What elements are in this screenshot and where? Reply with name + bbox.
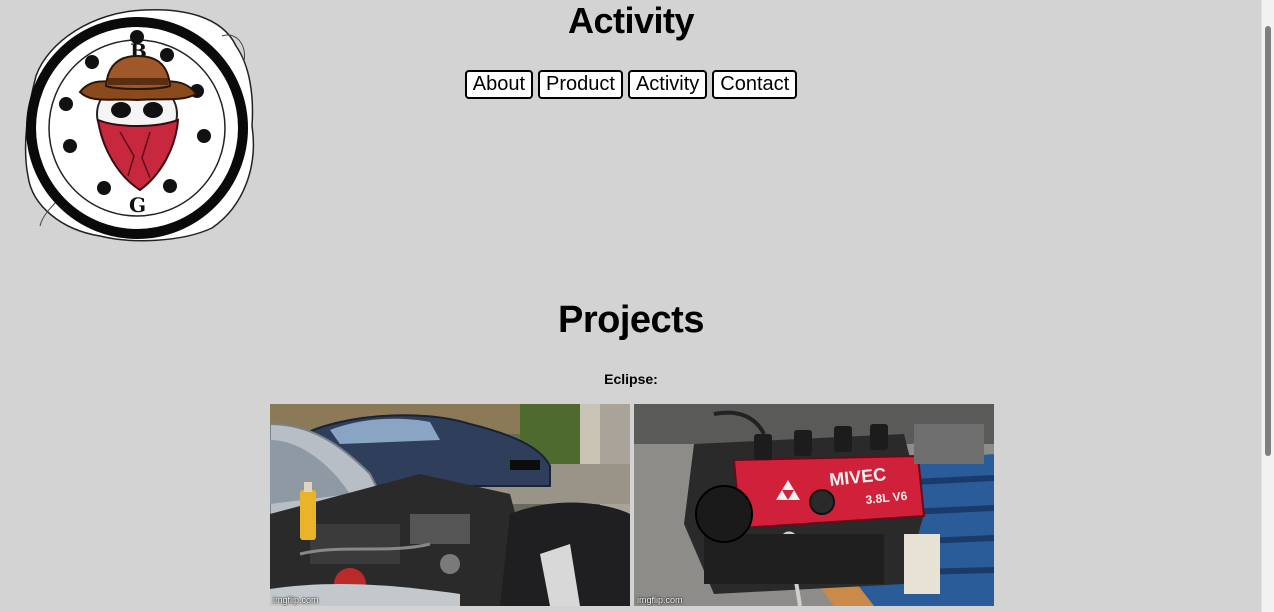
photo-watermark: imgflip.com <box>273 595 319 605</box>
logo-letter-g: G <box>129 193 146 217</box>
page: B G Activity About Product Activity Cont… <box>0 0 1274 612</box>
car-engine-bay-photo: imgflip.com <box>270 404 630 606</box>
project-label-eclipse: Eclipse: <box>604 371 658 387</box>
projects-heading: Projects <box>558 299 704 341</box>
nav-product-button[interactable]: Product <box>538 70 623 99</box>
nav-activity-button[interactable]: Activity <box>627 70 708 99</box>
bandit-skull-logo-icon: B G <box>24 8 255 242</box>
nav-contact-button[interactable]: Contact <box>712 70 798 99</box>
nav-about-button[interactable]: About <box>464 70 534 99</box>
photo-watermark: imgflip.com <box>637 595 683 605</box>
red-engine-block-photo: MIVEC 3.8L V6 imgflip.com <box>634 404 994 606</box>
page-title: Activity <box>567 0 695 41</box>
scrollbar-thumb[interactable] <box>1265 26 1271 456</box>
vertical-scrollbar[interactable] <box>1261 0 1274 612</box>
main-nav: About Product Activity Contact <box>0 70 1262 99</box>
site-logo[interactable]: B G <box>22 6 266 242</box>
